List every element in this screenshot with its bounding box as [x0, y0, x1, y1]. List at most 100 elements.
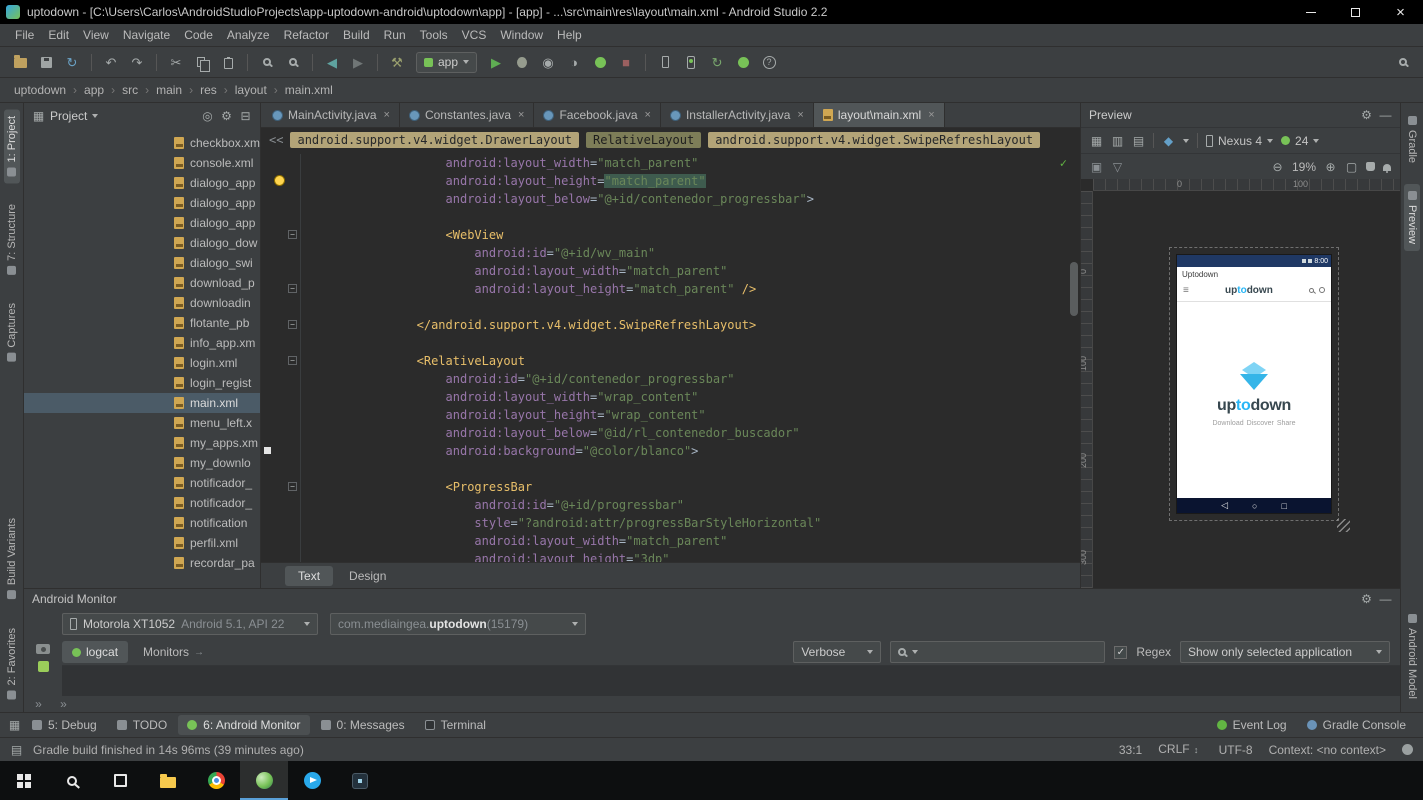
- toolwindow-0-messages[interactable]: 0: Messages: [312, 715, 414, 735]
- save-all-button[interactable]: [34, 51, 58, 73]
- settings-icon[interactable]: ⚙: [1360, 108, 1373, 122]
- redo-button[interactable]: ↷: [125, 51, 149, 73]
- devices-button[interactable]: [653, 51, 677, 73]
- menu-help[interactable]: Help: [550, 26, 589, 44]
- recents-icon[interactable]: □: [1281, 501, 1286, 511]
- project-file-1-console-xml[interactable]: console.xml: [24, 153, 260, 173]
- home-icon[interactable]: ○: [1252, 501, 1257, 511]
- tab-close-icon[interactable]: ×: [928, 109, 934, 121]
- editor-tab-mainactivity-java[interactable]: MainActivity.java×: [263, 103, 400, 127]
- compile-button[interactable]: ⚒: [385, 51, 409, 73]
- code-line[interactable]: −<RelativeLayout: [261, 352, 1080, 370]
- code-line[interactable]: −<ProgressBar: [261, 478, 1080, 496]
- code-line[interactable]: android:id="@+id/contenedor_progressbar": [261, 370, 1080, 388]
- copy-button[interactable]: [190, 51, 214, 73]
- editor-mode-tab-design[interactable]: Design: [336, 566, 399, 586]
- tab-close-icon[interactable]: ×: [645, 109, 651, 121]
- zoom-out-icon[interactable]: ⊖: [1271, 160, 1284, 174]
- breadcrumb-app[interactable]: app: [82, 83, 106, 97]
- project-file-11-login-xml[interactable]: login.xml: [24, 353, 260, 373]
- close-button[interactable]: ×: [1378, 0, 1423, 24]
- project-file-7-download-p[interactable]: download_p: [24, 273, 260, 293]
- fold-icon[interactable]: −: [288, 230, 297, 239]
- taskbar-android-studio[interactable]: [240, 761, 288, 800]
- orientation-icon[interactable]: ▥: [1111, 134, 1124, 148]
- menu-build[interactable]: Build: [336, 26, 377, 44]
- breadcrumb-collapse-icon[interactable]: <<: [269, 133, 283, 147]
- editor-mode-tab-text[interactable]: Text: [285, 566, 333, 586]
- tab-close-icon[interactable]: ×: [518, 109, 524, 121]
- code-editor[interactable]: ✓ android:layout_width="match_parent"and…: [261, 152, 1080, 562]
- expand-toolbar-icon[interactable]: »: [57, 697, 70, 711]
- project-file-10-info-app-xm[interactable]: info_app.xm: [24, 333, 260, 353]
- capture-icon[interactable]: ▣: [1090, 160, 1103, 174]
- project-file-20-perfil-xml[interactable]: perfil.xml: [24, 533, 260, 553]
- taskbar-dev-app[interactable]: [336, 761, 384, 800]
- taskbar-start[interactable]: [0, 761, 48, 800]
- toolwindow-event-log[interactable]: Event Log: [1208, 715, 1296, 735]
- tool-button-gradle[interactable]: Gradle: [1404, 109, 1420, 170]
- dropdown-caret-icon[interactable]: [1183, 139, 1189, 143]
- menu-file[interactable]: File: [8, 26, 41, 44]
- undo-button[interactable]: ↶: [99, 51, 123, 73]
- project-file-5-dialogo-dow[interactable]: dialogo_dow: [24, 233, 260, 253]
- log-level-select[interactable]: Verbose: [793, 641, 881, 663]
- tool-button-build-variants[interactable]: Build Variants: [4, 511, 20, 606]
- back-icon[interactable]: ◁: [1221, 500, 1228, 511]
- code-line[interactable]: android:layout_width="match_parent": [261, 154, 1080, 172]
- toolwindow-6-android-monitor[interactable]: 6: Android Monitor: [178, 715, 309, 735]
- code-line[interactable]: android:layout_below="@id/rl_contenedor_…: [261, 424, 1080, 442]
- hide-icon[interactable]: —: [1379, 592, 1392, 606]
- gradle-sync-button[interactable]: ↻: [705, 51, 729, 73]
- forward-button[interactable]: ▶: [346, 51, 370, 73]
- logcat-output[interactable]: [62, 665, 1400, 696]
- debug-button[interactable]: [510, 51, 534, 73]
- project-file-6-dialogo-swi[interactable]: dialogo_swi: [24, 253, 260, 273]
- taskbar-chrome[interactable]: [192, 761, 240, 800]
- toolwindow-5-debug[interactable]: 5: Debug: [23, 715, 106, 735]
- line-separator[interactable]: CRLF↕: [1158, 742, 1202, 758]
- search-everywhere-button[interactable]: [1391, 51, 1415, 73]
- code-line[interactable]: [261, 298, 1080, 316]
- intention-bulb-icon[interactable]: [274, 175, 285, 186]
- menu-vcs[interactable]: VCS: [455, 26, 494, 44]
- theme-icon[interactable]: ◆: [1162, 134, 1175, 148]
- project-file-19-notification[interactable]: notification: [24, 513, 260, 533]
- project-file-0-checkbox-xm[interactable]: checkbox.xm: [24, 133, 260, 153]
- context-widget[interactable]: Context: <no context>: [1269, 743, 1386, 757]
- avd-manager-button[interactable]: [679, 51, 703, 73]
- open-button[interactable]: [8, 51, 32, 73]
- statusbar-menu-icon[interactable]: ▤: [10, 743, 23, 757]
- editor-tab-constantes-java[interactable]: Constantes.java×: [400, 103, 535, 127]
- project-file-17-notificador[interactable]: notificador_: [24, 473, 260, 493]
- project-file-3-dialogo-app[interactable]: dialogo_app: [24, 193, 260, 213]
- breadcrumb-main-xml[interactable]: main.xml: [283, 83, 335, 97]
- project-file-13-main-xml[interactable]: main.xml: [24, 393, 260, 413]
- paste-button[interactable]: [216, 51, 240, 73]
- xml-path-chip-android-support-v4-widget-drawerlayout[interactable]: android.support.v4.widget.DrawerLayout: [290, 132, 579, 148]
- fold-icon[interactable]: −: [288, 320, 297, 329]
- project-file-21-recordar-pa[interactable]: recordar_pa: [24, 553, 260, 573]
- menu-refactor[interactable]: Refactor: [277, 26, 336, 44]
- settings-icon[interactable]: ⚙: [1360, 592, 1373, 606]
- project-file-9-flotante-pb[interactable]: flotante_pb: [24, 313, 260, 333]
- ui-mode-icon[interactable]: ▤: [1132, 134, 1145, 148]
- api-level-select[interactable]: 24: [1281, 134, 1319, 148]
- project-file-15-my-apps-xm[interactable]: my_apps.xm: [24, 433, 260, 453]
- tool-button-captures[interactable]: Captures: [4, 296, 20, 369]
- menu-navigate[interactable]: Navigate: [116, 26, 177, 44]
- project-file-16-my-downlo[interactable]: my_downlo: [24, 453, 260, 473]
- code-line[interactable]: android:layout_below="@+id/contenedor_pr…: [261, 190, 1080, 208]
- breadcrumb-uptodown[interactable]: uptodown: [12, 83, 68, 97]
- stop-button[interactable]: ■: [614, 51, 638, 73]
- menu-tools[interactable]: Tools: [413, 26, 455, 44]
- code-line[interactable]: android:layout_width="match_parent": [261, 532, 1080, 550]
- project-file-2-dialogo-app[interactable]: dialogo_app: [24, 173, 260, 193]
- tool-button-7-structure[interactable]: 7: Structure: [4, 197, 20, 282]
- back-button[interactable]: ◀: [320, 51, 344, 73]
- menu-analyze[interactable]: Analyze: [220, 26, 277, 44]
- expand-toolbar-icon[interactable]: »: [32, 697, 45, 711]
- logcat-search-field[interactable]: [890, 641, 1105, 663]
- inspection-status-icon[interactable]: ✓: [1060, 154, 1067, 172]
- fold-icon[interactable]: −: [288, 356, 297, 365]
